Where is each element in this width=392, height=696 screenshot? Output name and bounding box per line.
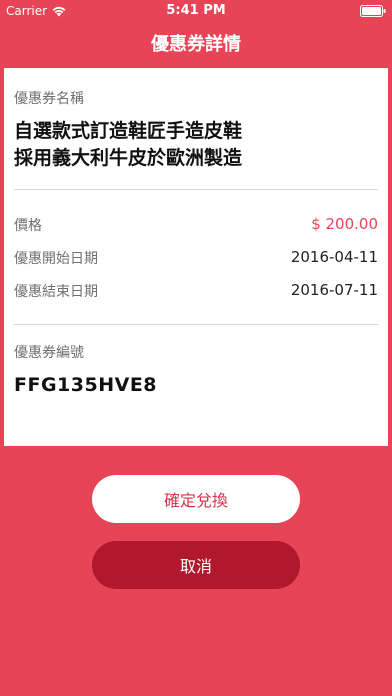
start-date-label: 優惠開始日期: [14, 251, 98, 267]
confirm-redeem-button[interactable]: 確定兌換: [92, 475, 300, 523]
coupon-name: 自選款式訂造鞋匠手造皮鞋 採用義大利牛皮於歐洲製造: [14, 118, 374, 172]
end-date-row: 優惠結束日期 2016-07-11: [14, 281, 378, 301]
end-date-value: 2016-07-11: [290, 281, 378, 299]
price-label: 價格: [14, 218, 42, 234]
coupon-name-line1: 自選款式訂造鞋匠手造皮鞋: [14, 120, 243, 142]
screen: Carrier 5:41 PM 優惠券詳情 優惠券名稱 自選款式訂造鞋匠手造皮鞋…: [0, 0, 392, 696]
start-date-value: 2016-04-11: [290, 248, 378, 266]
battery-icon: [360, 5, 386, 17]
price-row: 價格 $ 200.00: [14, 215, 378, 235]
divider: [14, 189, 378, 190]
end-date-label: 優惠結束日期: [14, 284, 98, 300]
coupon-name-label: 優惠券名稱: [14, 91, 84, 107]
coupon-code: FFG135HVE8: [14, 374, 158, 396]
coupon-name-line2: 採用義大利牛皮於歐洲製造: [14, 147, 243, 169]
coupon-code-label: 優惠券編號: [14, 345, 84, 361]
coupon-card: 優惠券名稱 自選款式訂造鞋匠手造皮鞋 採用義大利牛皮於歐洲製造 價格 $ 200…: [4, 68, 388, 446]
start-date-row: 優惠開始日期 2016-04-11: [14, 248, 378, 268]
page-title: 優惠券詳情: [151, 34, 241, 55]
nav-bar: 優惠券詳情: [0, 22, 392, 62]
price-value: $ 200.00: [311, 215, 378, 233]
cancel-button[interactable]: 取消: [92, 541, 300, 589]
status-time: 5:41 PM: [166, 3, 226, 18]
divider: [14, 324, 378, 325]
status-bar: Carrier 5:41 PM: [0, 0, 392, 22]
